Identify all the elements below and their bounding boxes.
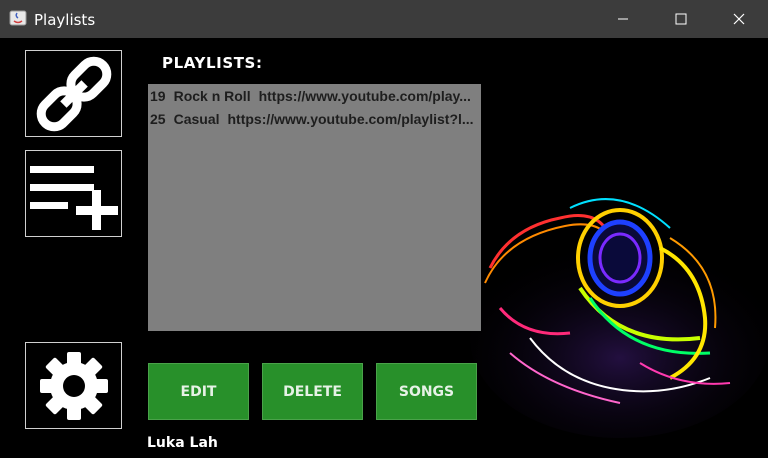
add-playlist-button[interactable] [25, 150, 122, 237]
playlist-name: Rock n Roll [173, 88, 251, 104]
playlist-id: 19 [150, 88, 166, 104]
headphones-artwork [470, 188, 768, 458]
edit-button[interactable]: EDIT [148, 363, 249, 420]
playlist-name: Casual [173, 111, 220, 127]
playlist-url: https://www.youtube.com/play... [258, 88, 471, 104]
playlists-heading: PLAYLISTS: [162, 54, 263, 72]
close-icon [733, 13, 745, 25]
link-icon [36, 56, 111, 131]
maximize-button[interactable] [652, 0, 710, 38]
title-bar: Playlists [0, 0, 768, 39]
minimize-icon [618, 18, 628, 20]
maximize-icon [675, 13, 687, 25]
main-panel: PLAYLISTS: 19 Rock n Roll https://www.yout… [0, 38, 768, 458]
songs-button[interactable]: SONGS [376, 363, 477, 420]
close-button[interactable] [710, 0, 768, 38]
java-app-icon [9, 10, 27, 26]
settings-button[interactable] [25, 342, 122, 429]
playlist-list[interactable]: 19 Rock n Roll https://www.youtube.com/pla… [148, 84, 481, 331]
list-item[interactable]: 19 Rock n Roll https://www.youtube.com/pla… [150, 88, 471, 104]
window-title: Playlists [34, 11, 96, 29]
username-label: Luka Lah [147, 435, 218, 451]
playlist-url: https://www.youtube.com/playlist?l... [227, 111, 474, 127]
link-button[interactable] [25, 50, 122, 137]
playlist-id: 25 [150, 111, 166, 127]
list-item[interactable]: 25 Casual https://www.youtube.com/playlist… [150, 111, 474, 127]
delete-button[interactable]: DELETE [262, 363, 363, 420]
playlist-add-icon [29, 165, 118, 230]
gear-icon [39, 351, 108, 420]
minimize-button[interactable] [594, 0, 652, 38]
